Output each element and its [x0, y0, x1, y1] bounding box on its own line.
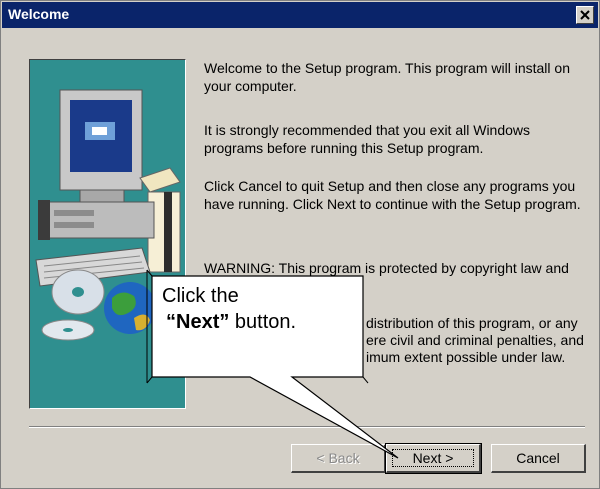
callout-emphasis: “Next” [166, 311, 230, 333]
callout-line-2: “Next” button. [162, 309, 362, 335]
callout-line-2-rest: button. [229, 311, 297, 333]
callout-bubble [146, 269, 399, 459]
callout-text: Click the “Next” button. [162, 283, 362, 335]
callout-line-1: Click the [162, 285, 239, 307]
